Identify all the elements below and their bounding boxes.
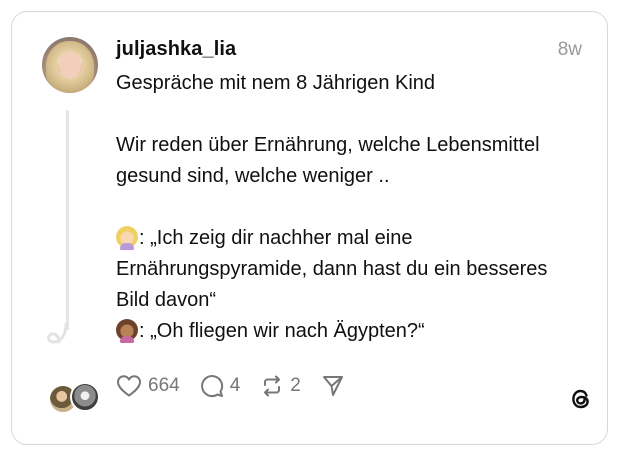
repost-button[interactable]: 2 [260,374,301,398]
reply-button[interactable]: 4 [200,374,241,398]
action-bar: 664 4 2 [116,372,371,400]
send-icon [322,376,343,396]
avatar-face [59,51,81,79]
woman-emoji-icon [116,226,138,250]
reply-count: 4 [229,375,241,396]
threads-logo-icon[interactable] [568,386,594,412]
like-count: 664 [148,375,180,396]
share-button[interactable] [321,374,351,398]
like-button[interactable]: 664 [116,374,180,398]
comment-icon [200,375,223,398]
post-paragraph: Wir reden über Ernährung, welche Lebensm… [116,134,546,187]
quote-mother: : „Ich zeig dir nachher mal eine Ernähru… [116,227,553,311]
thread-curl-icon [47,322,68,344]
heart-icon [117,375,141,397]
repost-count: 2 [290,375,301,396]
post-text: Gespräche mit nem 8 Jährigen Kind Wir re… [116,68,576,347]
thread-line [66,110,69,330]
username[interactable]: juljashka_lia [116,38,236,61]
user-avatar[interactable] [42,37,98,93]
quote-child: : „Oh fliegen wir nach Ägypten?“ [139,320,425,342]
timestamp[interactable]: 8w [558,39,582,61]
child-emoji-icon [116,319,138,343]
repost-icon [264,375,281,397]
reply-avatars[interactable] [48,382,102,414]
reply-avatar [70,382,100,412]
post-title: Gespräche mit nem 8 Jährigen Kind [116,72,436,94]
